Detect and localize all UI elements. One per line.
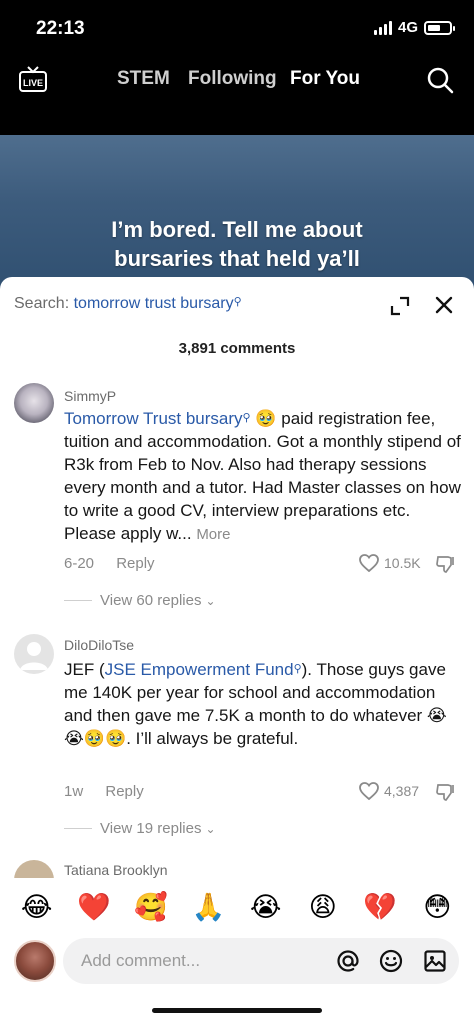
video-caption-line: I’m bored. Tell me about [111, 217, 363, 242]
mention-icon[interactable] [336, 949, 360, 973]
comment-date: 1w [64, 783, 84, 800]
view-replies-button[interactable]: View 19 replies ⌄ [64, 820, 216, 837]
status-indicators: 4G [373, 19, 455, 36]
comment-body: JEF ( [64, 660, 105, 679]
dislike-icon[interactable] [436, 782, 456, 802]
avatar[interactable] [14, 634, 54, 674]
comment-username[interactable]: DiloDiloTse [64, 637, 134, 653]
emoji-button[interactable]: 😭 [246, 892, 286, 923]
emoji-button[interactable]: 😩 [303, 892, 343, 923]
view-replies-button[interactable]: View 60 replies ⌄ [64, 592, 216, 609]
emoji-icon[interactable] [379, 949, 403, 973]
network-label: 4G [397, 19, 418, 36]
view-replies-label: View 60 replies [100, 592, 202, 609]
chevron-down-icon: ⌄ [205, 821, 216, 836]
comment-username[interactable]: SimmyP [64, 388, 116, 404]
more-link[interactable]: More [196, 526, 230, 543]
search-small-icon: ⚲ [242, 412, 251, 424]
tab-for-you[interactable]: For You [290, 68, 360, 90]
reply-button[interactable]: Reply [116, 555, 154, 572]
app-screen: 22:13 4G LIVE STEM Following For You I’m… [0, 0, 474, 1025]
search-term[interactable]: tomorrow trust bursary [74, 295, 234, 312]
divider [64, 828, 92, 829]
like-button[interactable]: 10.5K [358, 553, 421, 573]
comment-meta: 6-20 Reply [64, 555, 155, 572]
comment-link[interactable]: JSE Empowerment Fund [105, 660, 294, 679]
view-replies-label: View 19 replies [100, 820, 202, 837]
chevron-down-icon: ⌄ [205, 593, 216, 608]
expand-icon[interactable] [389, 295, 411, 317]
comment-link[interactable]: Tomorrow Trust bursary [64, 409, 243, 428]
tab-following[interactable]: Following [188, 68, 277, 90]
search-icon[interactable] [426, 66, 454, 94]
heart-icon [359, 554, 379, 573]
battery-icon [424, 20, 455, 35]
emoji-button[interactable]: 🥰 [131, 891, 171, 923]
comment-date: 6-20 [64, 555, 95, 572]
search-small-icon: ⚲ [293, 663, 302, 675]
emoji-quick-bar: 😂 ❤️ 🥰 🙏 😭 😩 💔 😳 [0, 878, 474, 936]
emoji-button[interactable]: 🙏 [188, 891, 228, 923]
status-time: 22:13 [36, 18, 85, 39]
emoji-button[interactable]: ❤️ [74, 891, 114, 923]
reply-button[interactable]: Reply [105, 783, 143, 800]
comment-input-row [0, 936, 474, 986]
dislike-icon[interactable] [436, 554, 456, 574]
top-nav: STEM Following For You [0, 68, 474, 94]
default-avatar-icon [20, 642, 48, 670]
image-icon[interactable] [423, 949, 447, 973]
comment-text: Tomorrow Trust bursary⚲ 🥹 paid registrat… [64, 407, 464, 546]
like-count: 10.5K [384, 555, 421, 571]
video-caption: I’m bored. Tell me about bursaries that … [0, 215, 474, 273]
comment-text: JEF (JSE Empowerment Fund⚲). Those guys … [64, 658, 464, 750]
emoji-button[interactable]: 😂 [17, 892, 57, 923]
comment-body: paid registration fee, tuition and accom… [64, 409, 461, 543]
close-icon[interactable] [434, 295, 454, 315]
top-bar: 22:13 4G LIVE STEM Following For You [0, 0, 474, 135]
signal-icon [373, 20, 392, 35]
like-count: 4,387 [384, 783, 420, 799]
emoji-button[interactable]: 💔 [360, 891, 400, 923]
comment-search[interactable]: Search: tomorrow trust bursary⚲ [14, 295, 242, 313]
comment-body: . I’ll always be grateful. [126, 729, 299, 748]
avatar[interactable] [14, 383, 54, 423]
comment-username[interactable]: Tatiana Brooklyn [64, 862, 168, 878]
like-button[interactable]: 4,387 [358, 781, 419, 801]
comment-count: 3,891 comments [178, 340, 296, 357]
emoji-button[interactable]: 😳 [417, 892, 457, 923]
home-indicator[interactable] [152, 1008, 322, 1013]
tab-stem[interactable]: STEM [117, 68, 170, 90]
heart-icon [359, 782, 379, 801]
my-avatar[interactable] [14, 940, 56, 982]
comment-meta: 1w Reply [64, 783, 144, 800]
search-small-icon: ⚲ [233, 296, 242, 308]
video-caption-line: bursaries that held ya’ll [114, 246, 360, 271]
comment-emoji: 🥹 [255, 409, 277, 428]
video-preview[interactable]: I’m bored. Tell me about bursaries that … [0, 135, 474, 295]
search-prefix: Search: [14, 295, 70, 312]
divider [64, 600, 92, 601]
